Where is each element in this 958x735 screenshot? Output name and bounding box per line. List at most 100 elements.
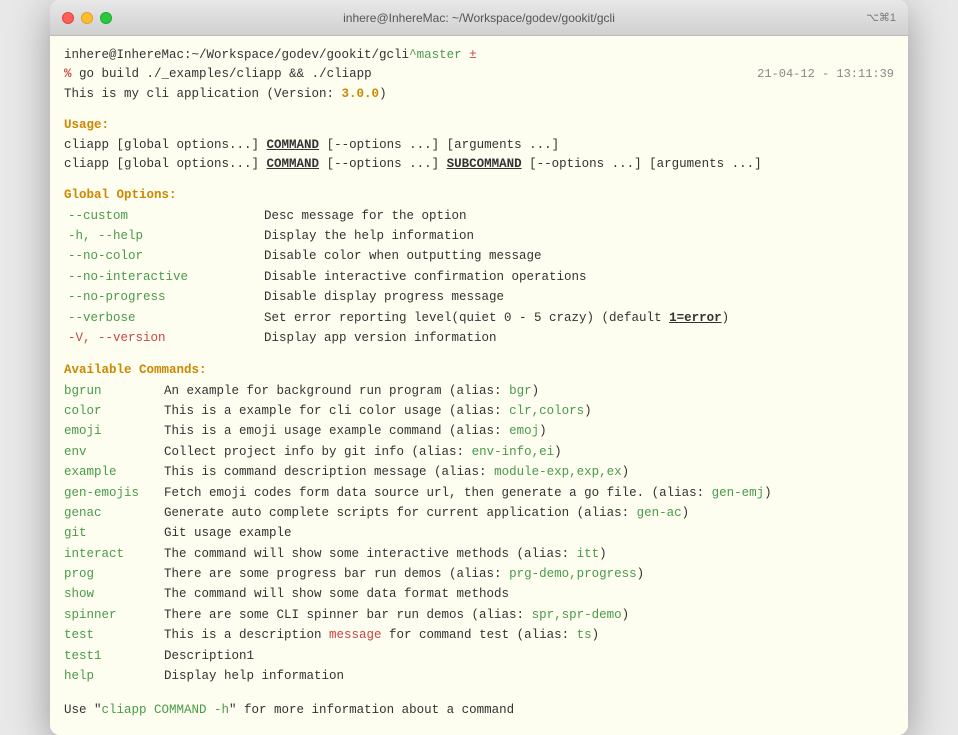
option-desc: Display app version information	[264, 329, 497, 348]
commands-list: bgrunAn example for background run progr…	[64, 382, 894, 687]
option-desc: Desc message for the option	[264, 207, 467, 226]
command-name: test1	[64, 647, 164, 666]
option-row: --no-interactiveDisable interactive conf…	[64, 268, 894, 287]
command-name: genac	[64, 504, 164, 523]
plus-sign: ±	[469, 48, 477, 62]
footer-line: Use "cliapp COMMAND -h" for more informa…	[64, 701, 894, 720]
maximize-button[interactable]	[100, 12, 112, 24]
command-row: helpDisplay help information	[64, 667, 894, 686]
command-description: This is command description message (ali…	[164, 463, 629, 482]
command-row: progThere are some progress bar run demo…	[64, 565, 894, 584]
command-name: example	[64, 463, 164, 482]
option-name: --no-color	[64, 247, 264, 266]
footer-command: cliapp COMMAND -h	[102, 703, 230, 717]
command-row: gitGit usage example	[64, 524, 894, 543]
option-name: -V, --version	[64, 329, 264, 348]
command-alias: bgr	[509, 384, 532, 398]
close-button[interactable]	[62, 12, 74, 24]
command-description: The command will show some data format m…	[164, 585, 509, 604]
command-description: This is a description message for comman…	[164, 626, 599, 645]
command-description: There are some CLI spinner bar run demos…	[164, 606, 629, 625]
terminal-body: inhere@InhereMac:~/Workspace/godev/gooki…	[50, 36, 908, 735]
command-description: Display help information	[164, 667, 344, 686]
command-row: showThe command will show some data form…	[64, 585, 894, 604]
command-row: gen-emojisFetch emoji codes form data so…	[64, 484, 894, 503]
command-description: Collect project info by git info (alias:…	[164, 443, 562, 462]
command-description: The command will show some interactive m…	[164, 545, 607, 564]
command-name: interact	[64, 545, 164, 564]
command-description: There are some progress bar run demos (a…	[164, 565, 644, 584]
option-name: --no-interactive	[64, 268, 264, 287]
usage-command: COMMAND	[267, 138, 320, 152]
command-alias: ts	[577, 628, 592, 642]
command-alias: module-exp,exp,ex	[494, 465, 622, 479]
option-row: --no-progressDisable display progress me…	[64, 288, 894, 307]
option-name: --no-progress	[64, 288, 264, 307]
command-line: % go build ./_examples/cliapp && ./cliap…	[64, 65, 894, 84]
highlighted-word: message	[329, 628, 382, 642]
command-row: bgrunAn example for background run progr…	[64, 382, 894, 401]
command-row: genacGenerate auto complete scripts for …	[64, 504, 894, 523]
app-message: This is my cli application (Version: 3.0…	[64, 85, 894, 104]
command-description: Git usage example	[164, 524, 292, 543]
option-desc: Disable color when outputting message	[264, 247, 542, 266]
command-name: prog	[64, 565, 164, 584]
option-row: --no-colorDisable color when outputting …	[64, 247, 894, 266]
command-row: spinnerThere are some CLI spinner bar ru…	[64, 606, 894, 625]
command-description: An example for background run program (a…	[164, 382, 539, 401]
command-alias: spr,spr-demo	[532, 608, 622, 622]
option-name: -h, --help	[64, 227, 264, 246]
command-name: show	[64, 585, 164, 604]
command-row: exampleThis is command description messa…	[64, 463, 894, 482]
dollar-sign: %	[64, 67, 72, 81]
prompt-text: inhere@InhereMac:~/Workspace/godev/gooki…	[64, 46, 477, 65]
prompt-line: inhere@InhereMac:~/Workspace/godev/gooki…	[64, 46, 894, 65]
option-desc: Disable interactive confirmation operati…	[264, 268, 587, 287]
command-name: test	[64, 626, 164, 645]
usage-header: Usage:	[64, 116, 894, 135]
options-list: --customDesc message for the option-h, -…	[64, 207, 894, 349]
option-row: --customDesc message for the option	[64, 207, 894, 226]
command-row: emojiThis is a emoji usage example comma…	[64, 422, 894, 441]
command-row: envCollect project info by git info (ali…	[64, 443, 894, 462]
version-number: 3.0.0	[342, 87, 380, 101]
command-alias: emoj	[509, 424, 539, 438]
option-row: -V, --versionDisplay app version informa…	[64, 329, 894, 348]
terminal-window: inhere@InhereMac: ~/Workspace/godev/gook…	[50, 0, 908, 735]
minimize-button[interactable]	[81, 12, 93, 24]
command-alias: gen-ac	[637, 506, 682, 520]
window-title: inhere@InhereMac: ~/Workspace/godev/gook…	[343, 11, 615, 25]
usage-section: Usage: cliapp [global options...] COMMAN…	[64, 116, 894, 174]
usage-command2: COMMAND	[267, 157, 320, 171]
usage-line1: cliapp [global options...] COMMAND [--op…	[64, 136, 894, 155]
command-alias: itt	[577, 547, 600, 561]
command-name: color	[64, 402, 164, 421]
option-row: --verboseSet error reporting level(quiet…	[64, 309, 894, 328]
global-options-header: Global Options:	[64, 186, 894, 205]
command-description: Generate auto complete scripts for curre…	[164, 504, 689, 523]
command-name: emoji	[64, 422, 164, 441]
command-alias: gen-emj	[712, 486, 765, 500]
command-description: Fetch emoji codes form data source url, …	[164, 484, 772, 503]
timestamp: 21-04-12 - 13:11:39	[757, 65, 894, 84]
option-row: -h, --helpDisplay the help information	[64, 227, 894, 246]
command-name: env	[64, 443, 164, 462]
command-description: Description1	[164, 647, 254, 666]
command-name: spinner	[64, 606, 164, 625]
command-description: This is a example for cli color usage (a…	[164, 402, 592, 421]
command-row: colorThis is a example for cli color usa…	[64, 402, 894, 421]
command-row: test1Description1	[64, 647, 894, 666]
command-row: testThis is a description message for co…	[64, 626, 894, 645]
global-options-section: Global Options: --customDesc message for…	[64, 186, 894, 348]
command-row: interactThe command will show some inter…	[64, 545, 894, 564]
command-alias: clr,colors	[509, 404, 584, 418]
default-value: 1=error	[669, 311, 722, 325]
command-name: gen-emojis	[64, 484, 164, 503]
keyboard-shortcut: ⌥⌘1	[866, 11, 896, 24]
command-name: git	[64, 524, 164, 543]
usage-line2: cliapp [global options...] COMMAND [--op…	[64, 155, 894, 174]
option-desc: Display the help information	[264, 227, 474, 246]
option-name: --custom	[64, 207, 264, 226]
traffic-lights	[62, 12, 112, 24]
prompt-user: inhere@InhereMac:~/Workspace/godev/gooki…	[64, 48, 409, 62]
